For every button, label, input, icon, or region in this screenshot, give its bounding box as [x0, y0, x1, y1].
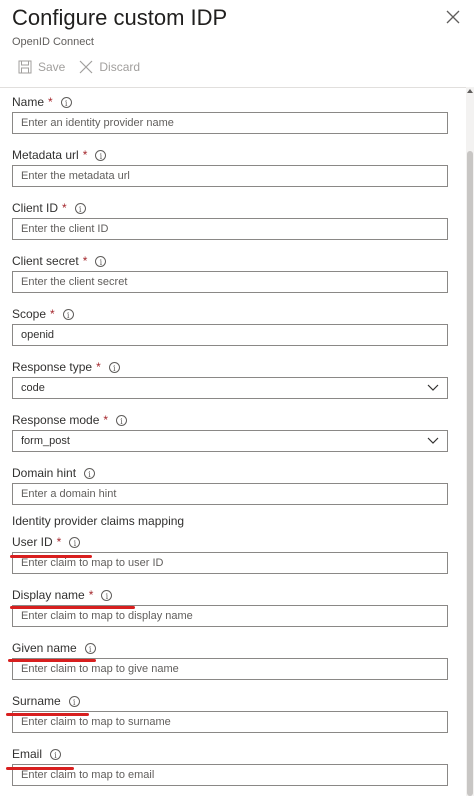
field-email: Email i Enter claim to map to email	[12, 746, 448, 799]
scope-input[interactable]: openid	[12, 324, 448, 346]
field-label: Display name	[12, 588, 85, 602]
discard-icon	[79, 60, 93, 74]
response-type-dropdown[interactable]: code	[12, 377, 448, 399]
info-icon[interactable]: i	[50, 748, 62, 760]
page-subtitle: OpenID Connect	[12, 36, 94, 48]
email-claim-input[interactable]: Enter claim to map to email	[12, 764, 448, 786]
field-label: Email	[12, 747, 43, 761]
field-surname: Surname i Enter claim to map to surname	[12, 693, 448, 746]
required-marker: *	[50, 307, 55, 321]
client-secret-input[interactable]: Enter the client secret	[12, 271, 448, 293]
scrollbar[interactable]	[466, 87, 474, 796]
idp-form: Name * i Enter an identity provider name…	[12, 94, 448, 799]
info-icon[interactable]: i	[68, 695, 80, 707]
field-domain-hint: Domain hint i Enter a domain hint	[12, 465, 448, 518]
field-label: Response mode	[12, 413, 100, 427]
info-icon[interactable]: i	[116, 414, 128, 426]
field-label: Scope	[12, 307, 47, 321]
field-response-type: Response type * i code	[12, 359, 448, 412]
domain-hint-input[interactable]: Enter a domain hint	[12, 483, 448, 505]
field-display-name: Display name * i Enter claim to map to d…	[12, 587, 448, 640]
field-client-secret: Client secret * i Enter the client secre…	[12, 253, 448, 306]
required-marker: *	[88, 588, 94, 602]
save-label: Save	[38, 60, 66, 74]
annotation-underline-given-name	[8, 659, 96, 662]
dropdown-value: form_post	[21, 435, 70, 447]
field-label: Response type	[12, 360, 93, 374]
save-button[interactable]: Save	[18, 60, 65, 74]
client-id-input[interactable]: Enter the client ID	[12, 218, 448, 240]
panel-header: Configure custom IDP OpenID Connect	[12, 4, 444, 48]
required-marker: *	[96, 360, 101, 374]
field-metadata-url: Metadata url * i Enter the metadata url	[12, 147, 448, 200]
info-icon[interactable]: i	[69, 536, 81, 548]
close-icon[interactable]	[446, 10, 460, 24]
response-mode-dropdown[interactable]: form_post	[12, 430, 448, 452]
info-icon[interactable]: i	[101, 589, 113, 601]
field-given-name: Given name i Enter claim to map to give …	[12, 640, 448, 693]
field-response-mode: Response mode * i form_post	[12, 412, 448, 465]
name-input[interactable]: Enter an identity provider name	[12, 112, 448, 134]
required-marker: *	[48, 95, 53, 109]
page-title: Configure custom IDP	[12, 5, 228, 30]
field-label: Metadata url	[12, 148, 79, 162]
annotation-underline-display-name	[10, 606, 135, 609]
discard-label: Discard	[99, 60, 141, 74]
required-marker: *	[82, 148, 88, 162]
required-marker: *	[56, 535, 62, 549]
field-label: Client ID	[12, 201, 59, 215]
annotation-underline-email	[6, 767, 74, 770]
metadata-url-input[interactable]: Enter the metadata url	[12, 165, 448, 187]
info-icon[interactable]: i	[84, 467, 96, 479]
field-label: Name	[12, 95, 45, 109]
scrollbar-thumb[interactable]	[467, 151, 473, 796]
info-icon[interactable]: i	[95, 255, 107, 267]
info-icon[interactable]: i	[74, 202, 86, 214]
field-label: User ID	[12, 535, 53, 549]
info-icon[interactable]: i	[84, 642, 96, 654]
chevron-down-icon	[427, 384, 439, 391]
field-name: Name * i Enter an identity provider name	[12, 94, 448, 147]
scroll-up-arrow-icon[interactable]	[467, 87, 473, 95]
annotation-underline-surname	[6, 713, 89, 716]
field-label: Client secret	[12, 254, 79, 268]
required-marker: *	[82, 254, 88, 268]
field-label: Domain hint	[12, 466, 77, 480]
info-icon[interactable]: i	[60, 96, 72, 108]
field-client-id: Client ID * i Enter the client ID	[12, 200, 448, 253]
chevron-down-icon	[427, 437, 439, 444]
save-icon	[18, 60, 32, 74]
discard-button[interactable]: Discard	[79, 60, 140, 74]
toolbar-divider	[0, 87, 466, 88]
info-icon[interactable]: i	[108, 361, 120, 373]
info-icon[interactable]: i	[62, 308, 74, 320]
field-user-id: User ID * i Enter claim to map to user I…	[12, 534, 448, 587]
required-marker: *	[62, 201, 67, 215]
field-label: Surname	[12, 694, 61, 708]
info-icon[interactable]: i	[95, 149, 107, 161]
command-bar: Save Discard	[18, 58, 154, 76]
field-label: Given name	[12, 641, 77, 655]
dropdown-value: code	[21, 382, 45, 394]
required-marker: *	[103, 413, 109, 427]
field-scope: Scope * i openid	[12, 306, 448, 359]
annotation-underline-user-id	[10, 555, 92, 558]
